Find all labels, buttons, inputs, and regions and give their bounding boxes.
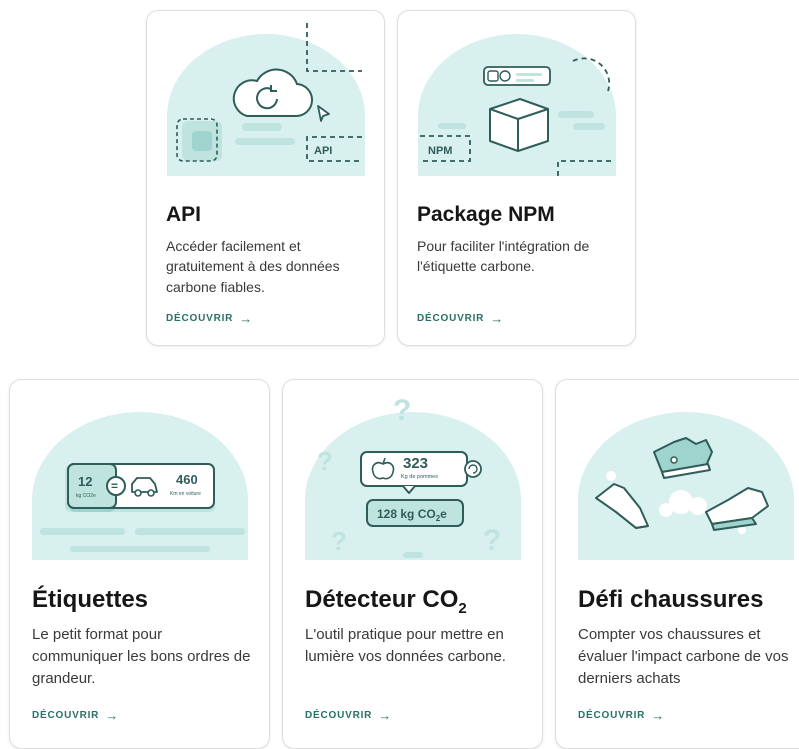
- card-description: Accéder facilement et gratuitement à des…: [166, 238, 340, 295]
- card-title: Détecteur CO2: [305, 586, 467, 617]
- label-left-value: 12: [78, 474, 92, 489]
- discover-label: DÉCOUVRIR: [32, 710, 100, 721]
- card-package-npm[interactable]: NPM Package NPM Pour faciliter l'intégra…: [397, 10, 636, 346]
- carbon-label-illustration: 12 kg CO2e = 460 Km en voiture: [32, 412, 248, 560]
- card-api[interactable]: API API Accéder facilement et gratuiteme…: [146, 10, 385, 346]
- discover-link[interactable]: DÉCOUVRIR →: [578, 708, 665, 723]
- discover-label: DÉCOUVRIR: [305, 710, 373, 721]
- card-title: Package NPM: [417, 203, 555, 226]
- question-mark-decor: ?: [483, 524, 501, 557]
- detector-unit: Kg de pommes: [401, 474, 438, 480]
- card-title: Étiquettes: [32, 586, 149, 613]
- package-box-icon: NPM: [418, 34, 616, 176]
- discover-label: DÉCOUVRIR: [166, 313, 234, 324]
- arrow-right-icon: →: [239, 311, 254, 326]
- label-left-unit: kg CO2e: [76, 493, 96, 499]
- cloud-sync-icon: API: [167, 23, 365, 176]
- equals-sign: =: [111, 479, 118, 493]
- card-title: Défi chaussures: [578, 586, 764, 613]
- arrow-right-icon: →: [378, 708, 393, 723]
- question-mark-decor: ?: [393, 394, 411, 427]
- card-etiquettes[interactable]: 12 kg CO2e = 460 Km en voiture Étiquette…: [9, 379, 270, 749]
- arrow-right-icon: →: [651, 708, 666, 723]
- detector-value: 323: [403, 455, 428, 472]
- discover-link[interactable]: DÉCOUVRIR →: [417, 311, 504, 326]
- card-description: L'outil pratique pour mettre en lumière …: [305, 626, 506, 665]
- label-right-unit: Km en voiture: [170, 491, 201, 497]
- arrow-right-icon: →: [490, 311, 505, 326]
- api-badge: API: [314, 145, 332, 157]
- card-title: API: [166, 203, 202, 226]
- question-mark-decor: ?: [331, 526, 347, 556]
- discover-link[interactable]: DÉCOUVRIR →: [32, 708, 119, 723]
- discover-label: DÉCOUVRIR: [417, 313, 485, 324]
- card-description: Pour faciliter l'intégration de l'étique…: [417, 238, 590, 275]
- card-description: Compter vos chaussures et évaluer l'impa…: [578, 626, 789, 687]
- card-defi-chaussures[interactable]: Défi chaussures Compter vos chaussures e…: [555, 379, 799, 749]
- card-detecteur-co2[interactable]: ? ? ? ? 323 Kg de pommes 128 kg CO2e Dét…: [282, 379, 543, 749]
- discover-link[interactable]: DÉCOUVRIR →: [166, 311, 253, 326]
- arrow-right-icon: →: [105, 708, 120, 723]
- label-right-value: 460: [176, 472, 198, 487]
- co2-detector-illustration: ? ? ? ? 323 Kg de pommes 128 kg CO2e: [305, 394, 521, 560]
- npm-badge: NPM: [428, 145, 452, 157]
- question-mark-decor: ?: [317, 446, 333, 476]
- card-description: Le petit format pour communiquer les bon…: [32, 626, 251, 687]
- discover-link[interactable]: DÉCOUVRIR →: [305, 708, 392, 723]
- sneakers-icon: [578, 412, 794, 560]
- discover-label: DÉCOUVRIR: [578, 710, 646, 721]
